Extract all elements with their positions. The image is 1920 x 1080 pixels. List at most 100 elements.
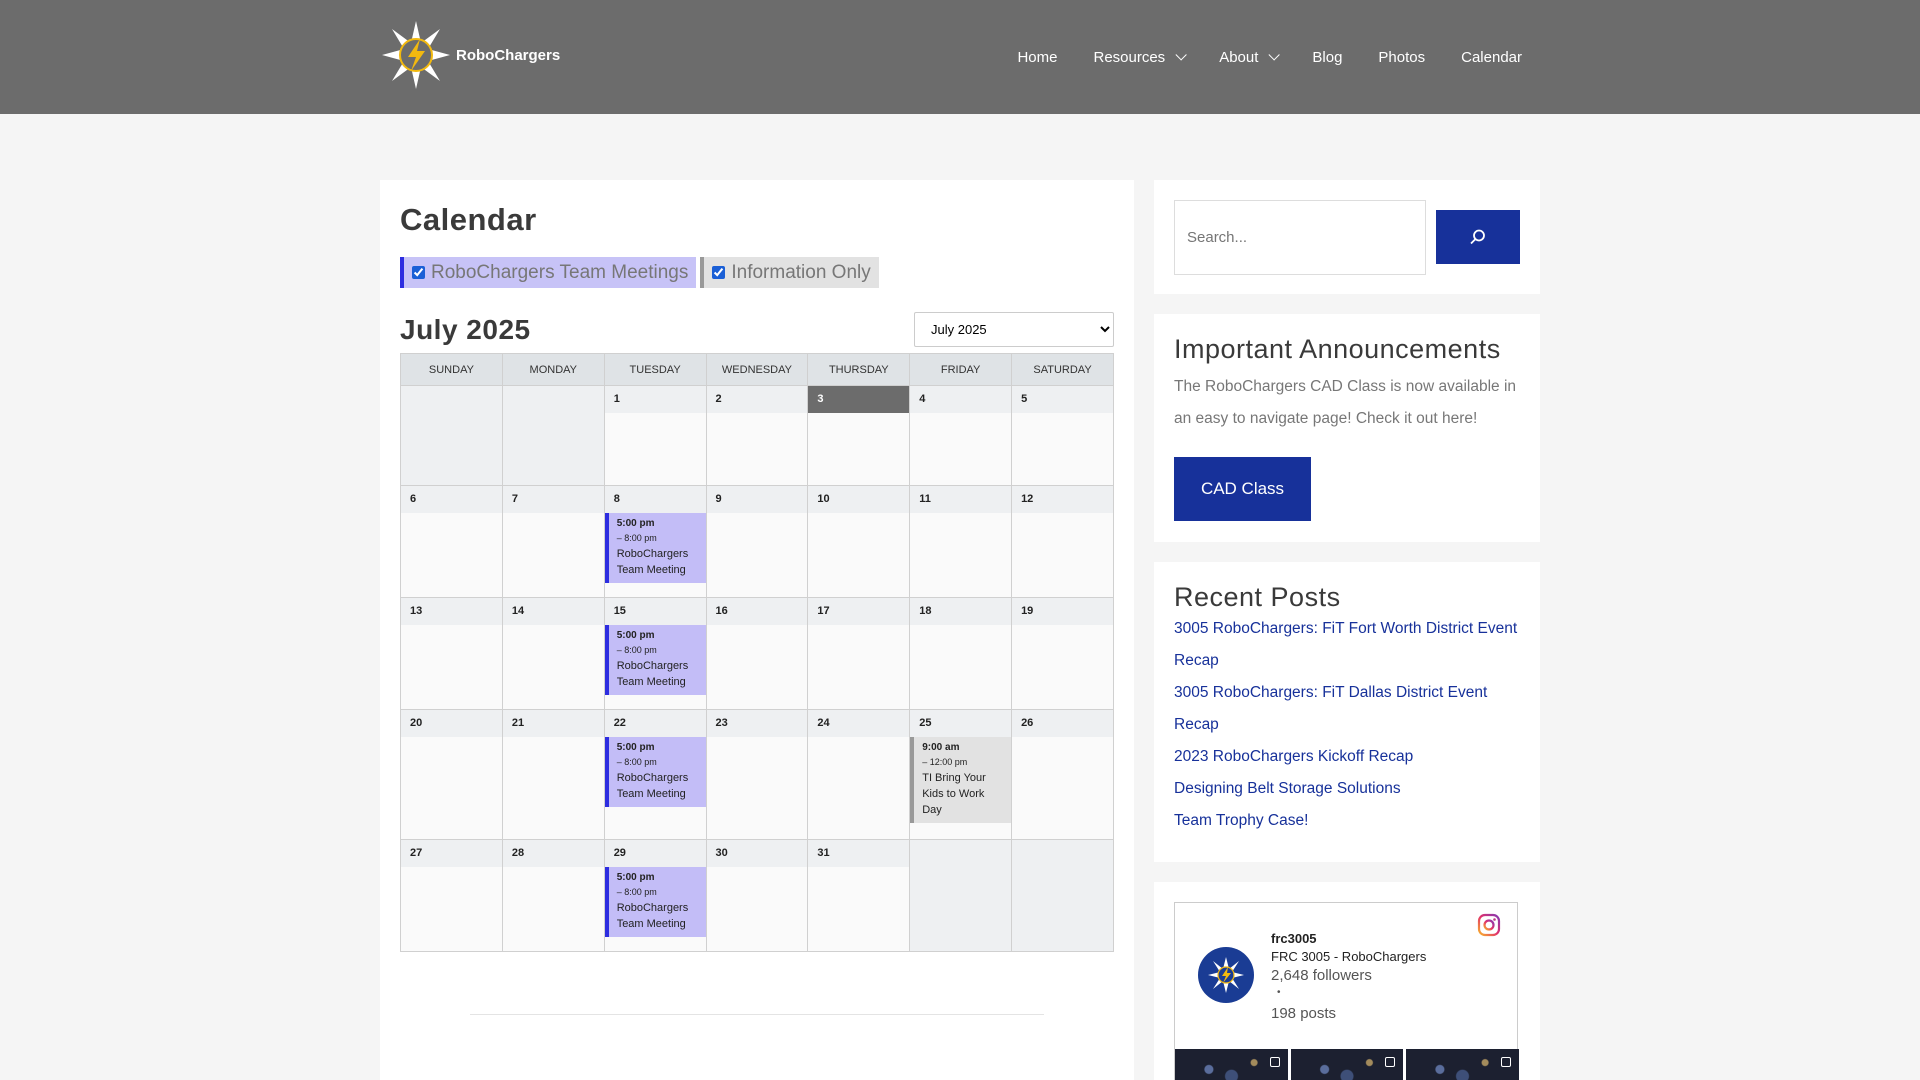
week-row: 6 7 8 5:00 pm – 8:00 pm RoboChargers Tea… <box>400 485 1114 598</box>
week-row: 1 2 3 4 5 <box>400 385 1114 486</box>
calendar-day[interactable]: 13 <box>400 597 503 710</box>
calendar-day[interactable]: 22 5:00 pm – 8:00 pm RoboChargers Team M… <box>603 709 707 840</box>
weekday-header: MONDAY <box>501 353 605 386</box>
calendar-day[interactable]: 5 <box>1011 385 1114 486</box>
instagram-post-thumbnail[interactable] <box>1406 1049 1520 1080</box>
nav-calendar[interactable]: Calendar <box>1461 49 1522 66</box>
instagram-post-thumbnail[interactable] <box>1175 1049 1288 1080</box>
calendar-day[interactable]: 1 <box>603 385 707 486</box>
instagram-icon[interactable] <box>1477 913 1501 937</box>
instagram-feed[interactable]: frc3005 FRC 3005 - RoboChargers 2,648 fo… <box>1174 902 1520 1080</box>
recent-posts-title: Recent Posts <box>1174 582 1341 612</box>
calendar-day[interactable]: 12 <box>1011 485 1114 598</box>
site-logo[interactable]: RoboChargers <box>380 18 580 92</box>
day-number: 18 <box>910 598 1012 625</box>
nav-home[interactable]: Home <box>1017 49 1057 66</box>
event-team-meeting[interactable]: 5:00 pm – 8:00 pm RoboChargers Team Meet… <box>604 737 706 807</box>
calendar-day[interactable]: 17 <box>807 597 911 710</box>
calendar-day[interactable]: 31 <box>807 839 911 952</box>
chevron-down-icon <box>1175 49 1187 61</box>
multi-image-icon <box>1269 1057 1280 1067</box>
instagram-post-count: 198 posts <box>1271 1005 1337 1022</box>
event-start-time: 5:00 pm <box>616 518 655 529</box>
filter-team-meetings[interactable]: RoboChargers Team Meetings <box>400 257 697 288</box>
filter-team-label: RoboChargers Team Meetings <box>431 261 689 283</box>
week-row: 27 28 29 5:00 pm – 8:00 pm RoboChargers … <box>400 839 1114 952</box>
calendar-day[interactable]: 7 <box>501 485 605 598</box>
event-team-meeting[interactable]: 5:00 pm – 8:00 pm RoboChargers Team Meet… <box>604 625 706 695</box>
calendar-day[interactable]: 20 <box>400 709 503 840</box>
event-end-time: – 8:00 pm <box>616 757 657 767</box>
calendar-day[interactable]: 24 <box>807 709 911 840</box>
calendar-day[interactable]: 6 <box>400 485 503 598</box>
recent-post-link[interactable]: 3005 RoboChargers: FiT Fort Worth Distri… <box>1174 613 1520 677</box>
day-number: 12 <box>1012 486 1113 513</box>
day-number: 8 <box>604 486 706 513</box>
main-content: Calendar RoboChargers Team Meetings Info… <box>380 180 1134 1080</box>
day-number: 6 <box>401 486 502 513</box>
nav-home-label: Home <box>1017 48 1058 66</box>
recent-post-link[interactable]: Designing Belt Storage Solutions <box>1174 773 1520 805</box>
event-start-time: 5:00 pm <box>616 742 655 753</box>
nav-photos[interactable]: Photos <box>1378 49 1425 66</box>
calendar-day[interactable]: 18 <box>909 597 1013 710</box>
event-start-time: 5:00 pm <box>616 872 655 883</box>
event-team-meeting[interactable]: 5:00 pm – 8:00 pm RoboChargers Team Meet… <box>604 513 706 583</box>
calendar-day[interactable]: 16 <box>705 597 809 710</box>
main-nav: Home Resources About Blog Photos Calenda… <box>981 0 1522 114</box>
day-number: 9 <box>706 486 808 513</box>
announcement-text: The RoboChargers CAD Class is now availa… <box>1174 378 1517 427</box>
recent-post-link[interactable]: 3005 RoboChargers: FiT Dallas District E… <box>1174 677 1520 741</box>
filter-info-checkbox[interactable] <box>712 266 726 279</box>
calendar-day[interactable]: 8 5:00 pm – 8:00 pm RoboChargers Team Me… <box>603 485 707 598</box>
recent-post-link[interactable]: 2023 RoboChargers Kickoff Recap <box>1174 741 1520 773</box>
calendar-day[interactable]: 15 5:00 pm – 8:00 pm RoboChargers Team M… <box>603 597 707 710</box>
calendar-day[interactable]: 27 <box>400 839 503 952</box>
event-ti-bring-kids[interactable]: 9:00 am – 12:00 pm TI Bring Your Kids to… <box>910 737 1012 823</box>
event-end-time: – 12:00 pm <box>922 757 968 767</box>
calendar-day[interactable]: 9 <box>705 485 809 598</box>
calendar-day[interactable]: 19 <box>1011 597 1114 710</box>
nav-about[interactable]: About <box>1219 49 1281 66</box>
calendar-day[interactable]: 28 <box>501 839 605 952</box>
robochargers-logo-icon <box>1208 957 1244 993</box>
calendar-day[interactable]: 29 5:00 pm – 8:00 pm RoboChargers Team M… <box>603 839 707 952</box>
calendar-day-empty <box>1011 839 1114 952</box>
filter-team-checkbox[interactable] <box>412 266 425 279</box>
calendar-day[interactable]: 11 <box>909 485 1013 598</box>
filter-information-only[interactable]: Information Only <box>700 257 879 288</box>
day-number: 22 <box>604 710 706 737</box>
search-button[interactable] <box>1436 210 1520 264</box>
nav-blog[interactable]: Blog <box>1312 49 1342 66</box>
day-number: 14 <box>502 598 604 625</box>
calendar-day[interactable]: 10 <box>807 485 911 598</box>
calendar-day[interactable]: 25 9:00 am – 12:00 pm TI Bring Your Kids… <box>909 709 1013 840</box>
calendar-day[interactable]: 14 <box>501 597 605 710</box>
instagram-thumbnails <box>1175 1049 1520 1080</box>
month-select[interactable]: July 2025 <box>914 312 1114 347</box>
calendar-day-today[interactable]: 3 <box>807 385 911 486</box>
event-title: RoboChargers Team Meeting <box>616 548 689 576</box>
instagram-handle[interactable]: frc3005 <box>1271 931 1317 946</box>
calendar-grid: SUNDAY MONDAY TUESDAY WEDNESDAY THURSDAY… <box>400 353 1114 952</box>
nav-resources[interactable]: Resources <box>1093 49 1187 66</box>
month-header: July 2025 July 2025 <box>400 312 1114 347</box>
calendar-day[interactable]: 2 <box>705 385 809 486</box>
calendar-day[interactable]: 26 <box>1011 709 1114 840</box>
calendar-day[interactable]: 21 <box>501 709 605 840</box>
search-input[interactable] <box>1174 200 1426 275</box>
day-number: 15 <box>604 598 706 625</box>
calendar-day[interactable]: 4 <box>909 385 1013 486</box>
day-number: 29 <box>604 840 706 867</box>
day-number: 4 <box>910 386 1012 413</box>
recent-post-link[interactable]: Team Trophy Case! <box>1174 805 1520 837</box>
weekday-header: THURSDAY <box>807 353 911 386</box>
cad-class-button[interactable]: CAD Class <box>1174 457 1311 521</box>
day-number-today: 3 <box>808 386 910 413</box>
calendar-day[interactable]: 30 <box>705 839 809 952</box>
instagram-post-thumbnail[interactable] <box>1290 1049 1404 1080</box>
event-team-meeting[interactable]: 5:00 pm – 8:00 pm RoboChargers Team Meet… <box>604 867 706 937</box>
avatar[interactable] <box>1198 947 1254 1003</box>
calendar-day[interactable]: 23 <box>705 709 809 840</box>
month-title: July 2025 <box>400 313 531 345</box>
